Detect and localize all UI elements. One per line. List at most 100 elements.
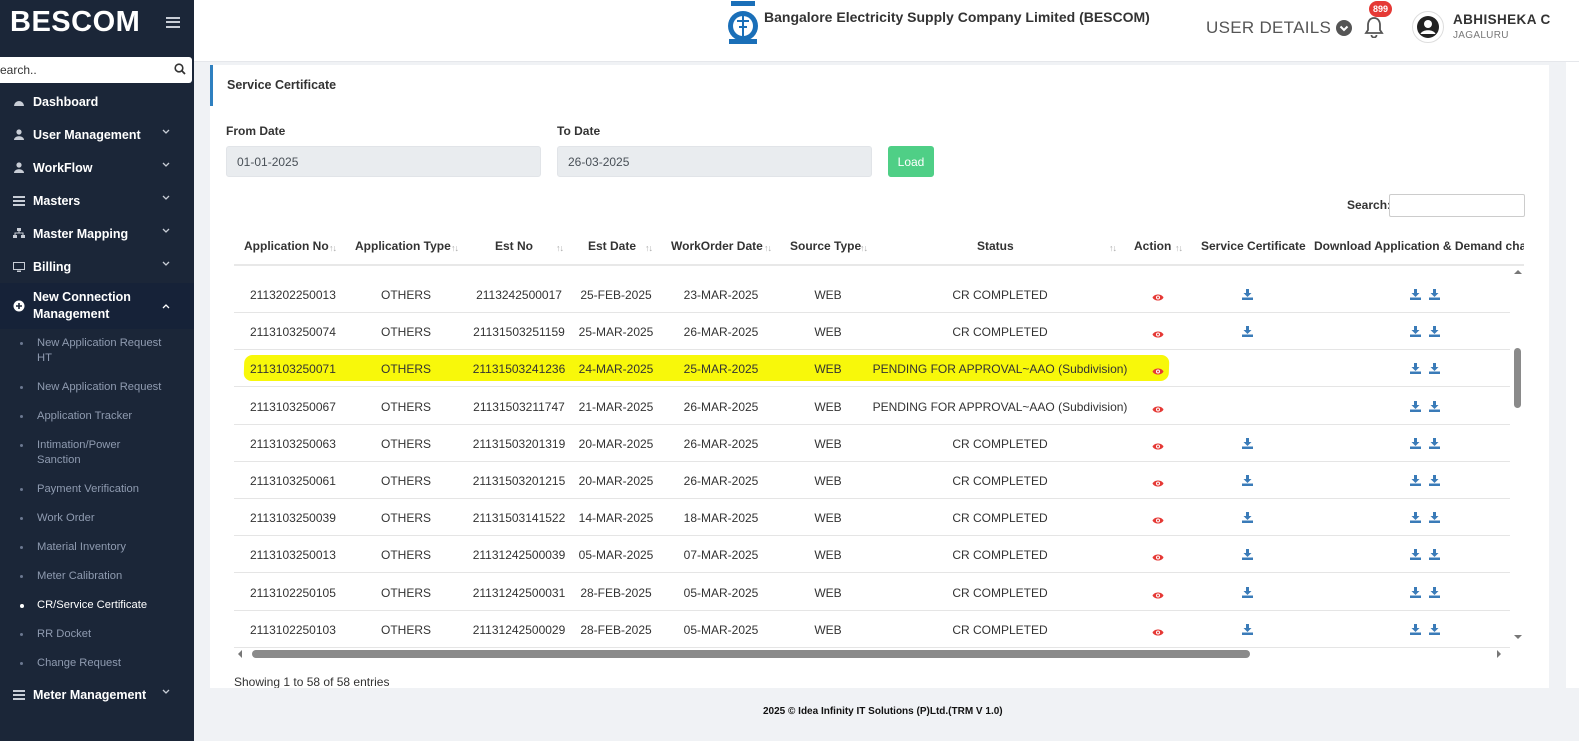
download-demand-icon[interactable] — [1429, 361, 1440, 379]
sort-icon[interactable]: ↑↓ — [329, 243, 337, 253]
eye-icon[interactable] — [1152, 438, 1164, 456]
eye-icon[interactable] — [1152, 587, 1164, 605]
load-button[interactable]: Load — [888, 146, 934, 177]
download-demand-icon[interactable] — [1429, 622, 1440, 640]
sidebar-item-dashboard[interactable]: Dashboard — [0, 85, 194, 118]
download-application-icon[interactable] — [1410, 399, 1421, 417]
submenu-item-active[interactable]: CR/Service Certificate — [0, 591, 194, 620]
download-certificate-icon[interactable] — [1242, 324, 1253, 342]
scroll-right-icon[interactable] — [1496, 649, 1502, 659]
search-icon[interactable] — [174, 63, 186, 75]
avatar[interactable] — [1412, 11, 1444, 43]
scroll-left-icon[interactable] — [237, 649, 243, 659]
col-header-action[interactable]: Action — [1134, 239, 1171, 253]
table-search-input[interactable] — [1389, 194, 1525, 217]
eye-icon[interactable] — [1152, 512, 1164, 530]
submenu-item[interactable]: Intimation/Power Sanction — [0, 431, 194, 475]
download-certificate-icon[interactable] — [1242, 473, 1253, 491]
download-application-icon[interactable] — [1410, 361, 1421, 379]
download-application-icon[interactable] — [1410, 473, 1421, 491]
user-details-dropdown[interactable]: USER DETAILS — [1206, 18, 1353, 38]
to-date-field[interactable]: 26-03-2025 — [557, 146, 872, 177]
submenu-item[interactable]: Material Inventory — [0, 533, 194, 562]
horizontal-scrollbar[interactable] — [234, 646, 1502, 660]
eye-icon[interactable] — [1152, 363, 1164, 381]
eye-icon[interactable] — [1152, 475, 1164, 493]
horizontal-scroll-thumb[interactable] — [252, 650, 1250, 658]
submenu-item[interactable]: RR Docket — [0, 620, 194, 649]
scroll-up-icon[interactable] — [1513, 269, 1523, 275]
sidebar-item-meter-management[interactable]: Meter Management — [0, 678, 194, 711]
scroll-down-icon[interactable] — [1513, 634, 1523, 640]
download-application-icon[interactable] — [1410, 585, 1421, 603]
vertical-scroll-thumb[interactable] — [1514, 348, 1521, 408]
cell-wo-date: 07-MAR-2025 — [683, 548, 759, 563]
col-header-app-type[interactable]: Application Type — [355, 239, 451, 253]
sort-icon[interactable]: ↑↓ — [451, 243, 459, 253]
sidebar-item-billing[interactable]: Billing — [0, 250, 194, 283]
download-demand-icon[interactable] — [1429, 547, 1440, 565]
download-demand-icon[interactable] — [1429, 473, 1440, 491]
sidebar-search-input[interactable] — [0, 58, 162, 82]
col-header-wo-date[interactable]: WorkOrder Date — [671, 239, 763, 253]
col-header-source[interactable]: Source Type — [790, 239, 861, 253]
col-header-service-certificate[interactable]: Service Certificate — [1201, 239, 1306, 253]
download-application-icon[interactable] — [1410, 324, 1421, 342]
download-application-icon[interactable] — [1410, 622, 1421, 640]
eye-icon[interactable] — [1152, 289, 1164, 307]
sort-icon[interactable]: ↑↓ — [1109, 243, 1117, 253]
download-demand-icon[interactable] — [1429, 399, 1440, 417]
sort-icon[interactable]: ↑↓ — [860, 243, 868, 253]
download-certificate-icon[interactable] — [1242, 585, 1253, 603]
col-header-download[interactable]: Download Application & Demand charge — [1314, 239, 1524, 253]
download-application-icon[interactable] — [1410, 547, 1421, 565]
cell-app-no: 2113103250063 — [250, 436, 336, 451]
eye-icon[interactable] — [1152, 326, 1164, 344]
col-header-status[interactable]: Status — [977, 239, 1014, 253]
download-application-icon[interactable] — [1410, 510, 1421, 528]
eye-icon[interactable] — [1152, 549, 1164, 567]
submenu-item[interactable]: New Application Request HT — [0, 329, 194, 373]
download-demand-icon[interactable] — [1429, 287, 1440, 305]
eye-icon[interactable] — [1152, 624, 1164, 642]
sidebar-item-master-mapping[interactable]: Master Mapping — [0, 217, 194, 250]
download-demand-icon[interactable] — [1429, 585, 1440, 603]
sort-icon[interactable]: ↑↓ — [556, 243, 564, 253]
download-demand-icon[interactable] — [1429, 436, 1440, 454]
sidebar-item-new-connection[interactable]: New Connection Management — [0, 283, 194, 329]
cell-est-no: 21131503201319 — [472, 436, 566, 451]
sort-icon[interactable]: ↑↓ — [1175, 243, 1183, 253]
download-certificate-icon[interactable] — [1242, 287, 1253, 305]
download-certificate-icon[interactable] — [1242, 622, 1253, 640]
cell-status: CR COMPLETED — [952, 288, 1048, 302]
user-location: JAGALURU — [1453, 30, 1509, 41]
sidebar-item-user-management[interactable]: User Management — [0, 118, 194, 151]
bell-icon[interactable] — [1364, 16, 1384, 38]
sort-icon[interactable]: ↑↓ — [764, 243, 772, 253]
submenu-item[interactable]: Meter Calibration — [0, 562, 194, 591]
sidebar-item-masters[interactable]: Masters — [0, 184, 194, 217]
submenu-item[interactable]: Change Request — [0, 649, 194, 678]
download-demand-icon[interactable] — [1429, 510, 1440, 528]
sidebar-item-workflow[interactable]: WorkFlow — [0, 151, 194, 184]
download-demand-icon[interactable] — [1429, 324, 1440, 342]
download-certificate-icon[interactable] — [1242, 510, 1253, 528]
submenu-item[interactable]: Payment Verification — [0, 475, 194, 504]
menu-toggle-icon[interactable] — [166, 16, 180, 28]
from-date-field[interactable]: 01-01-2025 — [226, 146, 541, 177]
download-application-icon[interactable] — [1410, 287, 1421, 305]
col-header-app-no[interactable]: Application No — [244, 239, 329, 253]
submenu-item[interactable]: Work Order — [0, 504, 194, 533]
eye-icon[interactable] — [1152, 401, 1164, 419]
download-certificate-icon[interactable] — [1242, 436, 1253, 454]
submenu-item[interactable]: New Application Request — [0, 373, 194, 402]
col-header-est-no[interactable]: Est No — [495, 239, 533, 253]
download-application-icon[interactable] — [1410, 436, 1421, 454]
sort-icon[interactable]: ↑↓ — [645, 243, 653, 253]
submenu-item[interactable]: Application Tracker — [0, 402, 194, 431]
download-certificate-icon[interactable] — [1242, 547, 1253, 565]
vertical-scrollbar[interactable] — [1512, 270, 1524, 741]
sidebar-item-label: Dashboard — [33, 94, 99, 109]
sidebar-item-label: Masters — [33, 193, 81, 208]
col-header-est-date[interactable]: Est Date — [588, 239, 636, 253]
